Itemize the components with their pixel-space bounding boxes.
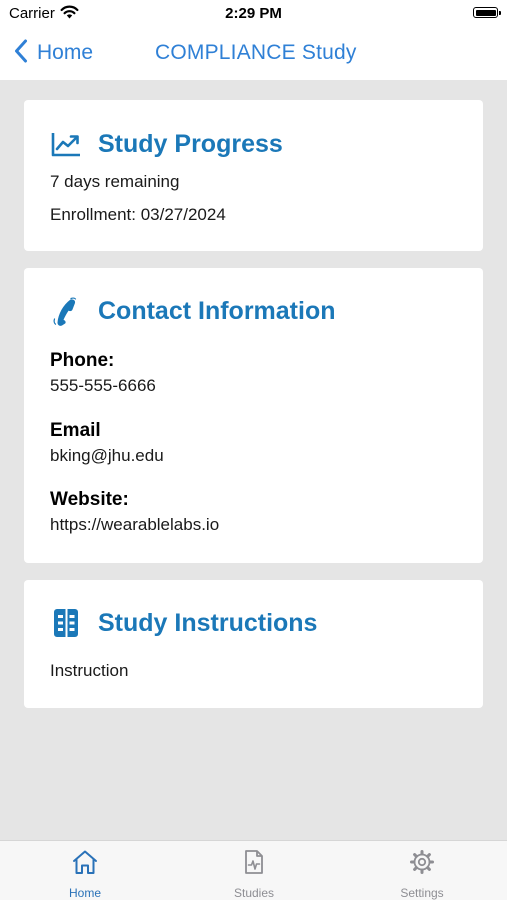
tab-settings[interactable]: Settings xyxy=(367,849,477,900)
main-content: Study Progress 7 days remaining Enrollme… xyxy=(0,80,507,840)
contact-information-card: Contact Information Phone: 555-555-6666 … xyxy=(24,268,483,563)
study-progress-title: Study Progress xyxy=(98,129,283,158)
tab-bar: Home Studies Settings xyxy=(0,840,507,900)
tab-home-label: Home xyxy=(68,886,101,900)
gear-icon xyxy=(409,849,435,880)
tab-studies-label: Studies xyxy=(233,886,275,900)
contact-information-header: Contact Information xyxy=(50,295,336,327)
days-remaining-text: 7 days remaining xyxy=(50,172,180,191)
tab-home[interactable]: Home xyxy=(30,849,140,900)
phone-value[interactable]: 555-555-6666 xyxy=(50,376,156,396)
studies-document-icon xyxy=(241,849,267,880)
phone-icon xyxy=(50,295,82,327)
back-button[interactable]: Home xyxy=(14,39,93,67)
tab-studies[interactable]: Studies xyxy=(199,849,309,900)
contact-information-title: Contact Information xyxy=(98,296,336,325)
back-button-label: Home xyxy=(37,41,94,64)
home-icon xyxy=(71,849,99,880)
study-instructions-title: Study Instructions xyxy=(98,608,318,637)
document-list-icon xyxy=(50,607,82,639)
study-progress-header: Study Progress xyxy=(50,128,283,160)
enrollment-date-text: Enrollment: 03/27/2024 xyxy=(50,205,226,224)
navigation-bar: Home COMPLIANCE Study xyxy=(0,28,507,80)
page-title: COMPLIANCE Study xyxy=(155,41,357,64)
instruction-text: Instruction xyxy=(50,661,129,680)
phone-label: Phone: xyxy=(50,350,115,371)
chevron-left-icon xyxy=(14,39,28,68)
email-label: Email xyxy=(50,420,101,441)
website-label: Website: xyxy=(50,489,129,510)
trending-up-icon xyxy=(50,128,82,160)
email-value[interactable]: bking@jhu.edu xyxy=(50,446,164,466)
study-progress-card: Study Progress 7 days remaining Enrollme… xyxy=(24,100,483,251)
status-bar: Carrier 2:29 PM xyxy=(0,0,507,28)
study-instructions-header: Study Instructions xyxy=(50,607,317,639)
status-time: 2:29 PM xyxy=(225,5,282,22)
study-instructions-card: Study Instructions Instruction xyxy=(24,580,483,708)
battery-icon xyxy=(473,7,501,18)
website-value[interactable]: https://wearablelabs.io xyxy=(50,515,219,535)
tab-settings-label: Settings xyxy=(400,886,444,900)
